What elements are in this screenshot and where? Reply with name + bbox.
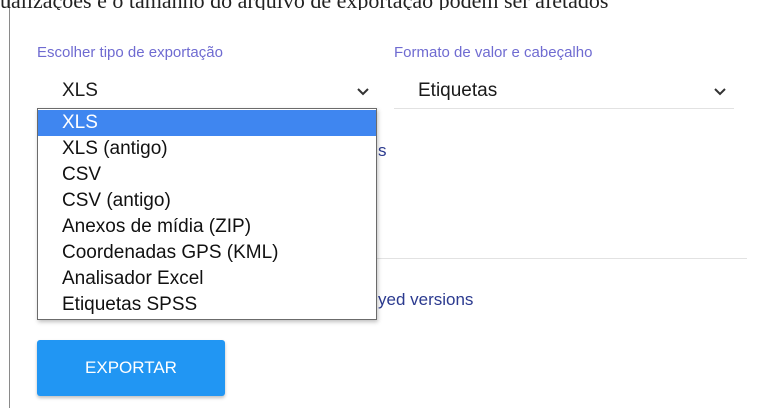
export-type-selected-value: XLS bbox=[62, 79, 98, 101]
partially-hidden-option-text: s bbox=[378, 141, 387, 160]
include-versions-label-partial[interactable]: yed versions bbox=[378, 290, 473, 310]
dropdown-option-media-zip[interactable]: Anexos de mídia (ZIP) bbox=[38, 214, 376, 240]
export-type-dropdown-menu: XLS XLS (antigo) CSV CSV (antigo) Anexos… bbox=[37, 108, 377, 320]
value-format-select[interactable]: Etiquetas bbox=[394, 73, 734, 109]
dropdown-option-csv[interactable]: CSV bbox=[38, 162, 376, 188]
chevron-down-icon bbox=[355, 83, 371, 99]
export-type-select[interactable]: XLS bbox=[37, 73, 377, 109]
dropdown-option-excel-analyser[interactable]: Analisador Excel bbox=[38, 266, 376, 292]
value-format-label: Formato de valor e cabeçalho bbox=[394, 44, 593, 61]
export-type-label: Escolher tipo de exportação bbox=[37, 44, 223, 61]
value-format-selected-value: Etiquetas bbox=[418, 79, 498, 101]
chevron-down-icon bbox=[712, 83, 728, 99]
export-button[interactable]: EXPORTAR bbox=[37, 340, 225, 396]
dropdown-option-xls[interactable]: XLS bbox=[38, 110, 376, 136]
section-divider bbox=[375, 258, 747, 259]
clipped-top-text: ualizações e o tamanho do arquivo de exp… bbox=[0, 0, 772, 10]
dropdown-option-xls-legacy[interactable]: XLS (antigo) bbox=[38, 136, 376, 162]
dropdown-option-gps-kml[interactable]: Coordenadas GPS (KML) bbox=[38, 240, 376, 266]
dropdown-option-csv-legacy[interactable]: CSV (antigo) bbox=[38, 188, 376, 214]
dropdown-option-spss-labels[interactable]: Etiquetas SPSS bbox=[38, 292, 376, 318]
